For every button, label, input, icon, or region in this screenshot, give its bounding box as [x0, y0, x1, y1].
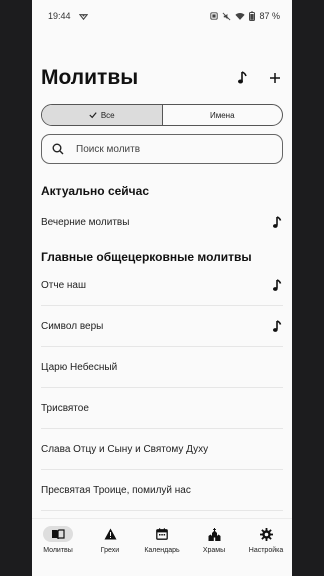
- music-button[interactable]: [235, 70, 251, 86]
- warning-icon: [104, 528, 116, 540]
- add-button[interactable]: [267, 70, 283, 86]
- app-screen: 19:44 87 % Молитвы Все Имена Поиск молит…: [32, 0, 292, 576]
- calendar-icon: [156, 528, 168, 540]
- nav-item-settings[interactable]: Настройка: [240, 519, 292, 560]
- page-title: Молитвы: [41, 66, 139, 89]
- list-item-label: Символ веры: [41, 321, 104, 332]
- list-item-evening-prayers[interactable]: Вечерние молитвы: [41, 202, 283, 242]
- screenshot-icon: [210, 12, 219, 20]
- list-item-label: Пресвятая Троице, помилуй нас: [41, 485, 191, 496]
- app-header: Молитвы: [32, 58, 292, 98]
- status-bar: 19:44 87 %: [32, 0, 292, 32]
- system-nav-area: [32, 560, 292, 576]
- list-item-label: Трисвятое: [41, 403, 89, 414]
- audio-icon: [271, 215, 283, 229]
- filter-names-button[interactable]: Имена: [163, 105, 283, 125]
- filter-names-label: Имена: [209, 110, 235, 120]
- battery-percent: 87 %: [259, 11, 280, 21]
- music-note-icon: [238, 71, 247, 84]
- nav-label: Грехи: [100, 547, 120, 554]
- gear-icon: [259, 527, 273, 541]
- list-item-label: Слава Отцу и Сыну и Святому Духу: [41, 444, 209, 455]
- list-item-holy-trinity[interactable]: Пресвятая Троице, помилуй нас: [41, 471, 283, 511]
- mute-icon: [222, 12, 231, 21]
- church-icon: [208, 527, 220, 541]
- nav-label: Молитвы: [43, 547, 73, 554]
- battery-icon: [249, 11, 256, 21]
- nav-item-churches[interactable]: Храмы: [188, 519, 240, 560]
- search-placeholder: Поиск молитв: [76, 143, 141, 155]
- audio-icon: [271, 279, 283, 293]
- audio-icon: [271, 320, 283, 334]
- bottom-navigation: Молитвы Грехи Календарь Храмы Настройка: [32, 518, 292, 560]
- status-time: 19:44: [48, 11, 71, 21]
- list-item-label: Вечерние молитвы: [41, 216, 130, 228]
- list-item-our-father[interactable]: Отче наш: [41, 266, 283, 306]
- check-icon: [89, 112, 97, 119]
- section-title-current: Актуально сейчас: [41, 184, 149, 198]
- filter-all-label: Все: [100, 110, 115, 120]
- nav-label: Календарь: [144, 547, 180, 554]
- section-title-main-prayers: Главные общецерковные молитвы: [41, 250, 252, 264]
- search-input[interactable]: Поиск молитв: [41, 134, 283, 164]
- list-item-heavenly-king[interactable]: Царю Небесный: [41, 348, 283, 388]
- search-icon: [52, 143, 64, 155]
- notification-icon: [78, 12, 88, 21]
- nav-label: Настройка: [248, 547, 284, 554]
- filter-all-button[interactable]: Все: [42, 105, 163, 125]
- nav-item-prayers[interactable]: Молитвы: [32, 519, 84, 560]
- list-item-label: Царю Небесный: [41, 362, 118, 373]
- plus-icon: [270, 73, 280, 83]
- filter-segmented-control: Все Имена: [41, 104, 283, 126]
- nav-item-calendar[interactable]: Календарь: [136, 519, 188, 560]
- list-item-glory-be[interactable]: Слава Отцу и Сыну и Святому Духу: [41, 430, 283, 470]
- list-item-label: Отче наш: [41, 280, 87, 291]
- nav-item-sins[interactable]: Грехи: [84, 519, 136, 560]
- nav-label: Храмы: [202, 547, 226, 554]
- list-item-creed[interactable]: Символ веры: [41, 307, 283, 347]
- book-icon: [52, 528, 65, 539]
- list-item-trisagion[interactable]: Трисвятое: [41, 389, 283, 429]
- wifi-icon: [235, 12, 246, 21]
